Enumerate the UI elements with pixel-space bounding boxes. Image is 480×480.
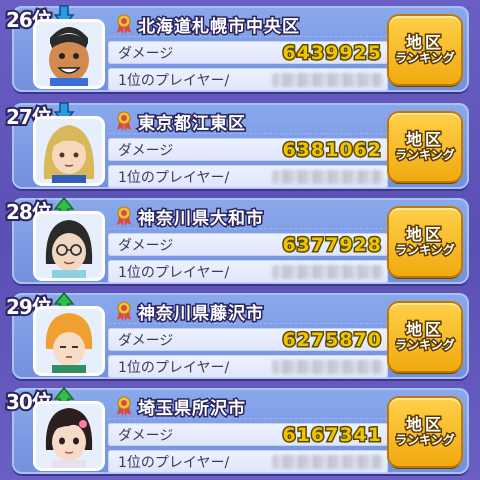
- damage-row: ダメージ 6439925: [108, 40, 388, 65]
- area-ranking-button-line1: 地区: [404, 223, 444, 245]
- player-avatar[interactable]: [36, 22, 102, 86]
- region-header: 北海道札幌市中央区: [108, 12, 388, 38]
- region-name: 神奈川県藤沢市: [137, 302, 265, 325]
- redacted-player-name: [272, 454, 382, 469]
- top-player-label: 1位のプレイヤー/: [118, 359, 230, 376]
- ranking-info: 埼玉県所沢市 ダメージ 6167341 1位のプレイヤー/: [108, 394, 388, 473]
- top-player-label: 1位のプレイヤー/: [118, 264, 230, 281]
- region-header: 埼玉県所沢市: [108, 394, 388, 420]
- area-ranking-button-line1: 地区: [404, 31, 444, 53]
- ranking-card: 30位 埼玉県所沢市 ダメージ 6167341 1位のプレイヤー/ 地区 ランキ…: [4, 387, 469, 474]
- damage-label: ダメージ: [118, 332, 174, 349]
- area-ranking-button-line1: 地区: [404, 413, 444, 435]
- redacted-player-name: [272, 359, 382, 374]
- area-ranking-button[interactable]: 地区 ランキング: [389, 113, 461, 181]
- region-header: 東京都江東区: [108, 109, 388, 135]
- medal-icon: [117, 206, 131, 226]
- region-name: 北海道札幌市中央区: [137, 15, 301, 38]
- player-avatar[interactable]: [36, 309, 102, 373]
- player-avatar[interactable]: [36, 214, 102, 278]
- area-ranking-button-line2: ランキング: [394, 147, 457, 164]
- area-ranking-button[interactable]: 地区 ランキング: [389, 303, 461, 371]
- region-name: 埼玉県所沢市: [137, 397, 247, 420]
- area-ranking-button-line1: 地区: [404, 128, 444, 150]
- top-player-row: 1位のプレイヤー/: [108, 450, 388, 473]
- player-avatar[interactable]: [36, 119, 102, 183]
- damage-value: 6381062: [281, 137, 383, 162]
- redacted-player-name: [272, 264, 382, 279]
- ranking-info: 神奈川県大和市 ダメージ 6377928 1位のプレイヤー/: [108, 204, 388, 283]
- area-ranking-button-line2: ランキング: [394, 242, 457, 259]
- top-player-label: 1位のプレイヤー/: [118, 169, 230, 186]
- damage-row: ダメージ 6377928: [108, 232, 388, 257]
- ranking-info: 東京都江東区 ダメージ 6381062 1位のプレイヤー/: [108, 109, 388, 188]
- area-ranking-button-line2: ランキング: [394, 50, 457, 67]
- damage-value: 6167341: [281, 422, 383, 447]
- blonde-girl-avatar-icon: [36, 119, 102, 183]
- area-ranking-button[interactable]: 地区 ランキング: [389, 16, 461, 84]
- redacted-player-name: [272, 169, 382, 184]
- area-ranking-button-line1: 地区: [404, 318, 444, 340]
- region-name: 東京都江東区: [137, 112, 247, 135]
- glasses-girl-avatar-icon: [36, 214, 102, 278]
- ranking-card: 29位 神奈川県藤沢市 ダメージ 6275870 1位のプレイヤー/ 地区 ラン…: [4, 292, 469, 379]
- dark-hair-girl-avatar-icon: [36, 404, 102, 468]
- damage-label: ダメージ: [118, 237, 174, 254]
- player-avatar[interactable]: [36, 404, 102, 468]
- damage-label: ダメージ: [118, 142, 174, 159]
- medal-icon: [117, 111, 131, 131]
- ranking-card: 28位 神奈川県大和市 ダメージ 6377928 1位のプレイヤー/ 地区 ラン…: [4, 197, 469, 284]
- area-ranking-button[interactable]: 地区 ランキング: [389, 208, 461, 276]
- ranking-list: 26位 北海道札幌市中央区 ダメージ 6439925 1位のプレイヤー/ 地区 …: [0, 0, 480, 480]
- damage-value: 6439925: [281, 40, 383, 65]
- ranking-card: 26位 北海道札幌市中央区 ダメージ 6439925 1位のプレイヤー/ 地区 …: [4, 5, 469, 92]
- medal-icon: [117, 396, 131, 416]
- ranking-card: 27位 東京都江東区 ダメージ 6381062 1位のプレイヤー/ 地区 ランキ…: [4, 102, 469, 189]
- area-ranking-button-line2: ランキング: [394, 337, 457, 354]
- region-header: 神奈川県藤沢市: [108, 299, 388, 325]
- top-player-label: 1位のプレイヤー/: [118, 454, 230, 471]
- top-player-row: 1位のプレイヤー/: [108, 165, 388, 188]
- ranking-info: 神奈川県藤沢市 ダメージ 6275870 1位のプレイヤー/: [108, 299, 388, 378]
- damage-value: 6275870: [281, 327, 383, 352]
- area-ranking-button-line2: ランキング: [394, 432, 457, 449]
- top-player-row: 1位のプレイヤー/: [108, 355, 388, 378]
- damage-row: ダメージ 6167341: [108, 422, 388, 447]
- redacted-player-name: [272, 72, 382, 87]
- damage-label: ダメージ: [118, 45, 174, 62]
- region-header: 神奈川県大和市: [108, 204, 388, 230]
- medal-icon: [117, 14, 131, 34]
- damage-label: ダメージ: [118, 427, 174, 444]
- medal-icon: [117, 301, 131, 321]
- top-player-label: 1位のプレイヤー/: [118, 72, 230, 89]
- region-name: 神奈川県大和市: [137, 207, 265, 230]
- top-player-row: 1位のプレイヤー/: [108, 68, 388, 91]
- ranking-info: 北海道札幌市中央区 ダメージ 6439925 1位のプレイヤー/: [108, 12, 388, 91]
- damage-value: 6377928: [281, 232, 383, 257]
- top-player-row: 1位のプレイヤー/: [108, 260, 388, 283]
- damage-row: ダメージ 6381062: [108, 137, 388, 162]
- orange-hood-avatar-icon: [36, 309, 102, 373]
- damage-row: ダメージ 6275870: [108, 327, 388, 352]
- tan-boy-avatar-icon: [36, 22, 102, 86]
- area-ranking-button[interactable]: 地区 ランキング: [389, 398, 461, 466]
